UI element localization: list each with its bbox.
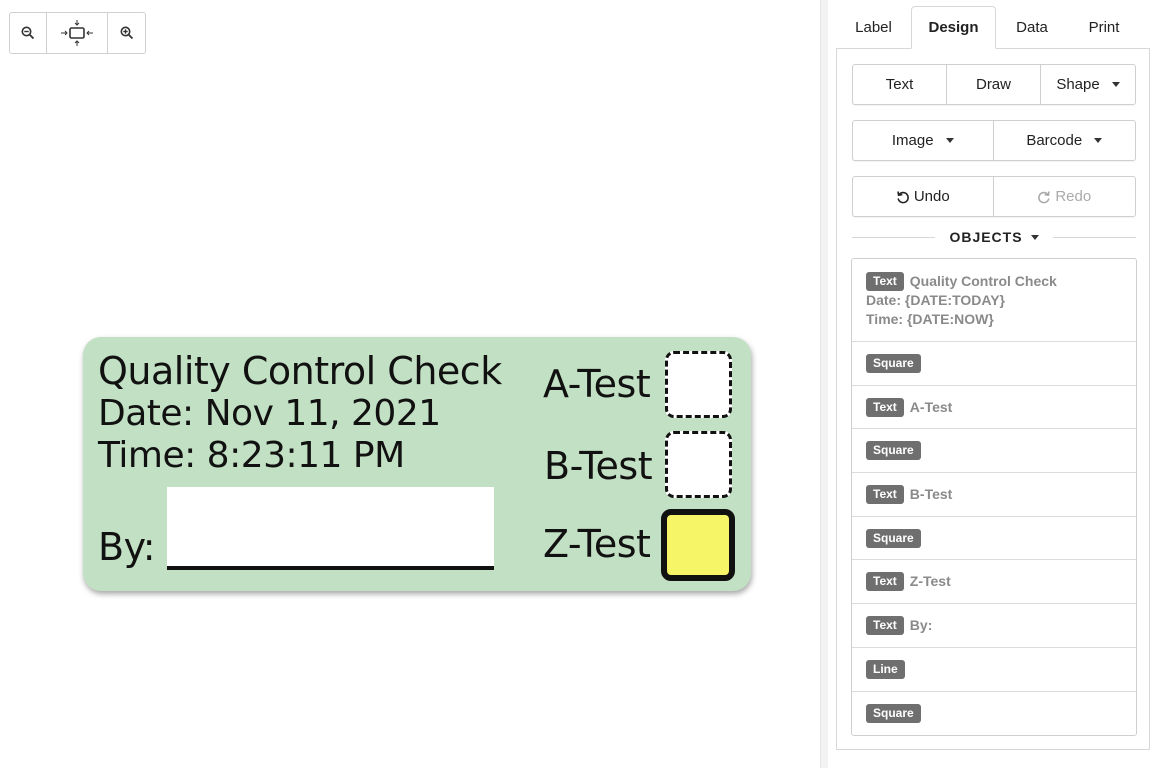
tab-data[interactable]: Data [996, 6, 1068, 48]
zoom-out-button[interactable] [10, 13, 47, 53]
label-date-text[interactable]: Date: Nov 11, 2021 [98, 392, 441, 436]
object-text-preview: A-Test [909, 398, 953, 415]
object-item-text[interactable]: Text Z-Test [852, 560, 1136, 604]
object-type-badge: Line [866, 660, 905, 679]
object-item-square[interactable]: Square [852, 517, 1136, 560]
objects-divider-left [852, 236, 936, 238]
object-type-badge: Square [866, 441, 921, 460]
shape-label: Shape [1056, 76, 1100, 93]
label-by-field-line[interactable] [167, 487, 494, 570]
caret-down-icon [945, 138, 954, 143]
history-toolbar: Undo Redo [852, 176, 1136, 217]
label-z-test-checkbox-square[interactable] [661, 509, 735, 581]
barcode-label: Barcode [1026, 132, 1083, 149]
object-type-badge: Square [866, 704, 921, 723]
undo-icon [897, 190, 909, 203]
add-text-button[interactable]: Text [853, 65, 947, 104]
label-z-test-text[interactable]: Z-Test [543, 522, 651, 566]
object-item-text[interactable]: Text A-Test [852, 386, 1136, 429]
object-item-text[interactable]: Text B-Test [852, 473, 1136, 517]
draw-button[interactable]: Draw [947, 65, 1041, 104]
panel-tabs: Label Design Data Print [836, 6, 1150, 49]
zoom-in-icon [120, 26, 133, 40]
design-panel: Label Design Data Print Text Draw Shape … [828, 0, 1156, 768]
zoom-controls [9, 12, 146, 54]
object-text-line: Date: {DATE:TODAY} [866, 291, 1005, 308]
media-toolbar: Image Barcode [852, 120, 1136, 161]
redo-label: Redo [1055, 188, 1092, 205]
object-type-badge: Text [866, 397, 904, 417]
image-dropdown-button[interactable]: Image [853, 121, 994, 160]
object-text-preview: B-Test [909, 486, 953, 502]
objects-dropdown-toggle[interactable]: OBJECTS [935, 229, 1052, 245]
object-text-preview: By: [909, 617, 933, 633]
label-a-test-text[interactable]: A-Test [543, 362, 651, 406]
objects-title: OBJECTS [949, 229, 1023, 245]
object-item-text[interactable]: Text By: [852, 604, 1136, 648]
redo-icon [1038, 190, 1051, 203]
object-type-badge: Text [866, 485, 904, 504]
object-item-square[interactable]: Square [852, 429, 1136, 473]
label-time-text[interactable]: Time: 8:23:11 PM [98, 434, 405, 478]
object-item-line[interactable]: Line [852, 648, 1136, 692]
draw-label: Draw [975, 76, 1011, 93]
object-text-preview: Quality Control Check [909, 272, 1057, 289]
label-preview[interactable]: Quality Control Check Date: Nov 11, 2021… [83, 337, 751, 591]
object-type-badge: Text [866, 616, 904, 635]
tab-label[interactable]: Label [836, 6, 911, 48]
object-text-preview: Z-Test [909, 573, 951, 589]
object-type-badge: Square [866, 354, 921, 373]
caret-down-icon [1094, 138, 1103, 143]
panel-divider[interactable] [820, 0, 828, 768]
label-b-test-text[interactable]: B-Test [544, 444, 653, 488]
object-type-badge: Text [866, 572, 904, 591]
object-item-square[interactable]: Square [852, 342, 1136, 386]
object-item-square[interactable]: Square [852, 692, 1136, 735]
objects-list: Text Quality Control Check Date: {DATE:T… [851, 258, 1137, 736]
object-text-line: Time: {DATE:NOW} [866, 310, 994, 327]
label-title-text[interactable]: Quality Control Check [98, 349, 502, 393]
label-a-test-checkbox-square[interactable] [665, 351, 732, 418]
add-object-toolbar: Text Draw Shape [852, 64, 1136, 105]
caret-down-icon [1030, 234, 1039, 240]
label-canvas[interactable]: Quality Control Check Date: Nov 11, 2021… [0, 0, 820, 768]
tab-print[interactable]: Print [1068, 6, 1140, 48]
objects-divider-right [1052, 236, 1136, 238]
label-by-text[interactable]: By: [98, 525, 156, 569]
fit-to-screen-button[interactable] [47, 13, 109, 53]
object-type-badge: Text [866, 271, 904, 291]
object-type-badge: Square [866, 528, 921, 548]
caret-down-icon [1111, 82, 1120, 87]
barcode-dropdown-button[interactable]: Barcode [994, 121, 1136, 160]
label-b-test-checkbox-square[interactable] [665, 431, 732, 498]
add-text-label: Text [885, 76, 914, 93]
objects-header: OBJECTS [852, 226, 1136, 248]
undo-button[interactable]: Undo [853, 177, 994, 216]
redo-button[interactable]: Redo [994, 177, 1136, 216]
tab-design[interactable]: Design [911, 6, 996, 49]
fit-to-screen-icon [61, 20, 93, 46]
image-label: Image [891, 132, 934, 149]
zoom-in-button[interactable] [108, 13, 145, 53]
shape-dropdown-button[interactable]: Shape [1041, 65, 1135, 104]
object-item-text[interactable]: Text Quality Control Check Date: {DATE:T… [852, 259, 1136, 342]
zoom-out-icon [21, 26, 34, 40]
undo-label: Undo [913, 188, 950, 205]
design-tab-content: Text Draw Shape Image Barcode Undo Redo … [836, 48, 1150, 750]
